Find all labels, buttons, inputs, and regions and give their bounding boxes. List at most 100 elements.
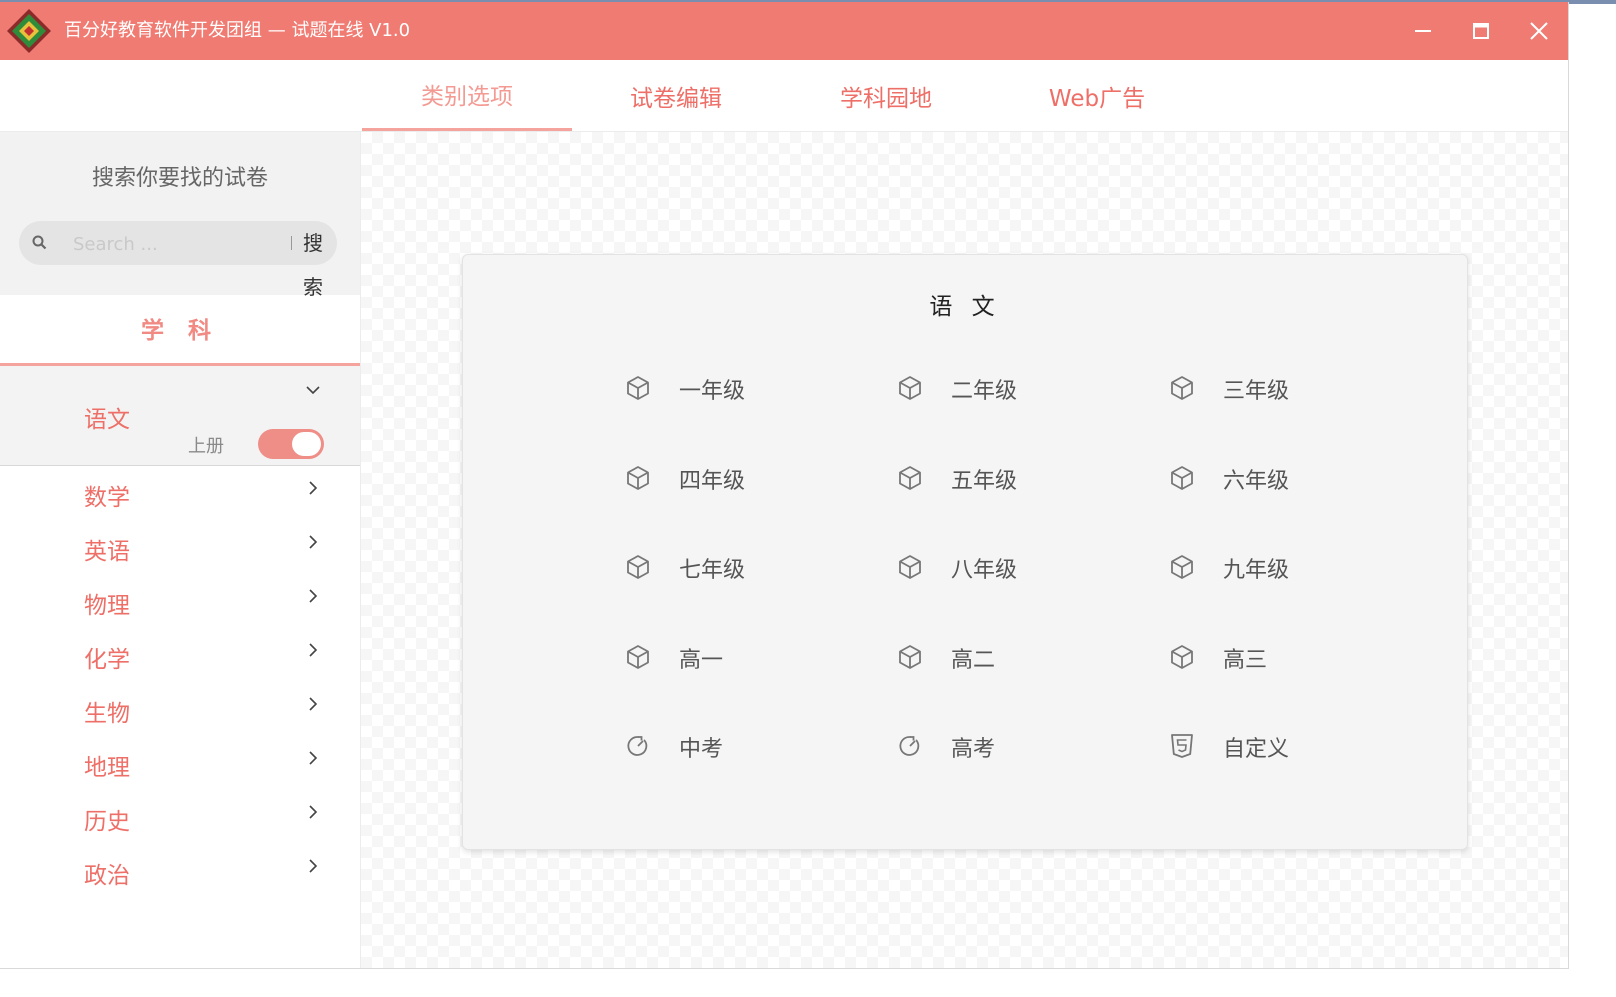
close-icon <box>1530 22 1548 40</box>
exam-item-gaokao[interactable]: 高考 <box>897 726 1127 766</box>
minimize-icon <box>1415 30 1431 32</box>
refresh-icon <box>899 736 920 756</box>
grade-item[interactable]: 高二 <box>897 637 1127 677</box>
search-icon <box>32 235 47 250</box>
grade-label: 四年级 <box>679 469 746 494</box>
grade-item[interactable]: 七年级 <box>625 547 855 587</box>
subject-item-label: 历史 <box>84 809 130 835</box>
maximize-icon <box>1473 23 1489 39</box>
subject-item-english[interactable]: 英语 <box>0 520 360 575</box>
grade-label: 二年级 <box>951 379 1018 404</box>
grade-item[interactable]: 一年级 <box>625 368 855 408</box>
exam-label: 高考 <box>951 737 996 762</box>
subject-item-label: 英语 <box>84 539 130 565</box>
grade-item[interactable]: 三年级 <box>1169 368 1399 408</box>
chevron-right-icon <box>309 535 318 549</box>
subject-item-chemistry[interactable]: 化学 <box>0 628 360 683</box>
grade-label: 三年级 <box>1223 379 1290 404</box>
volume-toggle-switch[interactable] <box>258 429 324 459</box>
grade-item[interactable]: 八年级 <box>897 547 1127 587</box>
tab-subject-garden[interactable]: 学科园地 <box>781 60 991 131</box>
exam-label: 中考 <box>679 737 724 762</box>
cube-icon <box>899 555 921 579</box>
subject-item-label: 生物 <box>84 701 130 727</box>
subject-item-label: 地理 <box>84 755 130 781</box>
cube-icon <box>1171 466 1193 490</box>
subject-item-politics[interactable]: 政治 <box>0 844 360 898</box>
grade-label: 八年级 <box>951 558 1018 583</box>
close-button[interactable] <box>1510 2 1568 60</box>
chevron-down-icon[interactable] <box>305 382 321 398</box>
window-title: 百分好教育软件开发团组 — 试题在线 V1.0 <box>64 20 411 41</box>
subject-item-label: 物理 <box>84 593 130 619</box>
subject-header: 学 科 <box>0 295 360 366</box>
content-area: 语 文 一年级 二年级 三年级 四年级 五年级 六年级 七年级 八年级 九年级 … <box>361 132 1568 968</box>
subject-item-chinese-expanded[interactable]: 语文 上册 <box>0 366 360 466</box>
tab-paper-editing[interactable]: 试卷编辑 <box>571 60 781 131</box>
chevron-right-icon <box>309 589 318 603</box>
grade-label: 六年级 <box>1223 469 1290 494</box>
subject-item-label: 数学 <box>84 485 130 511</box>
custom-item[interactable]: 自定义 <box>1169 726 1399 766</box>
search-panel: 搜索你要找的试卷 搜索 <box>0 132 360 299</box>
search-title: 搜索你要找的试卷 <box>91 166 268 191</box>
subject-item-label: 政治 <box>84 863 130 889</box>
grade-label: 五年级 <box>951 469 1018 494</box>
grade-label: 高一 <box>679 648 724 673</box>
exam-item-zhongkao[interactable]: 中考 <box>625 726 855 766</box>
search-input[interactable] <box>71 228 275 260</box>
grade-label: 七年级 <box>679 558 746 583</box>
diamond-logo-icon <box>7 9 51 53</box>
grade-item[interactable]: 二年级 <box>897 368 1127 408</box>
chevron-right-icon <box>309 751 318 765</box>
cube-icon <box>627 466 649 490</box>
refresh-icon <box>627 736 648 756</box>
subject-item-physics[interactable]: 物理 <box>0 574 360 629</box>
grade-card: 语 文 一年级 二年级 三年级 四年级 五年级 六年级 七年级 八年级 九年级 … <box>462 254 1468 850</box>
grade-label: 一年级 <box>679 379 746 404</box>
grade-item[interactable]: 高一 <box>625 637 855 677</box>
cube-icon <box>899 645 921 669</box>
grade-item[interactable]: 高三 <box>1169 637 1399 677</box>
subject-item-label: 化学 <box>84 647 130 673</box>
chevron-right-icon <box>309 481 318 495</box>
html5-shield-icon <box>1171 734 1193 758</box>
grade-label: 九年级 <box>1223 558 1290 583</box>
search-divider <box>291 236 292 250</box>
title-bar: 百分好教育软件开发团组 — 试题在线 V1.0 <box>0 2 1568 60</box>
grade-item[interactable]: 五年级 <box>897 458 1127 498</box>
grade-item[interactable]: 四年级 <box>625 458 855 498</box>
sidebar: 搜索你要找的试卷 搜索 学 科 语文 上册 数学 <box>0 132 361 968</box>
chevron-right-icon <box>309 859 318 873</box>
subject-item-history[interactable]: 历史 <box>0 790 360 845</box>
search-button[interactable]: 搜索 <box>303 221 337 299</box>
cube-icon <box>627 645 649 669</box>
subject-item-math[interactable]: 数学 <box>0 466 360 521</box>
tab-category-options[interactable]: 类别选项 <box>362 60 572 131</box>
toggle-knob <box>292 432 321 456</box>
chevron-right-icon <box>309 697 318 711</box>
search-box: 搜索 <box>19 221 337 299</box>
cube-icon <box>899 376 921 400</box>
card-title: 语 文 <box>929 294 1001 320</box>
cube-icon <box>899 466 921 490</box>
grade-item[interactable]: 九年级 <box>1169 547 1399 587</box>
grade-item[interactable]: 六年级 <box>1169 458 1399 498</box>
tab-web-ads[interactable]: Web广告 <box>992 60 1202 131</box>
subject-item-biology[interactable]: 生物 <box>0 682 360 737</box>
app-window: 百分好教育软件开发团组 — 试题在线 V1.0 类别选项 试卷编辑 学科园地 W… <box>0 2 1569 969</box>
maximize-button[interactable] <box>1452 2 1510 60</box>
chevron-right-icon <box>309 643 318 657</box>
volume-toggle-label: 上册 <box>188 436 224 457</box>
cube-icon <box>1171 376 1193 400</box>
cube-icon <box>1171 645 1193 669</box>
minimize-button[interactable] <box>1394 2 1452 60</box>
subject-item-geography[interactable]: 地理 <box>0 736 360 791</box>
grade-label: 高三 <box>1223 648 1268 673</box>
cube-icon <box>627 555 649 579</box>
subject-item-label: 语文 <box>84 407 130 433</box>
cube-icon <box>1171 555 1193 579</box>
grade-label: 高二 <box>951 648 996 673</box>
chevron-right-icon <box>309 805 318 819</box>
cube-icon <box>627 376 649 400</box>
